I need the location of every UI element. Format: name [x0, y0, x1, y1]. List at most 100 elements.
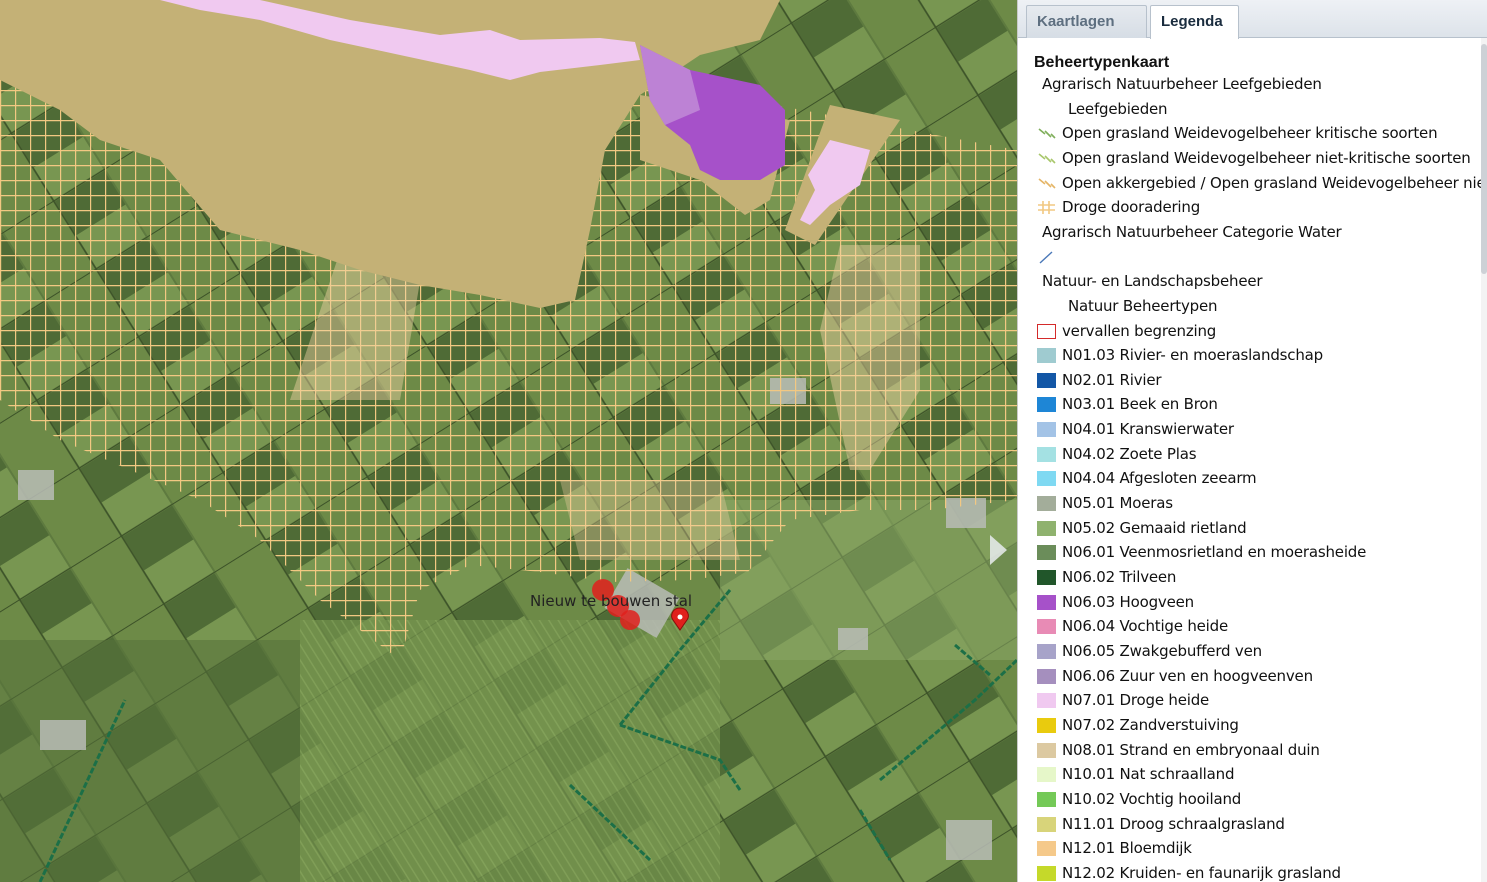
legend-item — [1018, 247, 1482, 269]
legend-item: N06.04 Vochtige heide — [1018, 616, 1482, 638]
legend-label: Leefgebieden — [1068, 99, 1168, 118]
legend-label: N10.01 Nat schraalland — [1062, 765, 1235, 784]
legend-item: N12.02 Kruiden- en faunarijk grasland — [1018, 863, 1482, 882]
legend-swatch-icon — [1037, 643, 1056, 659]
legend-label: N12.02 Kruiden- en faunarijk grasland — [1062, 863, 1341, 882]
legend-label: N01.03 Rivier- en moeraslandschap — [1062, 346, 1323, 365]
legend-item: N02.01 Rivier — [1018, 370, 1482, 392]
legend-swatch-icon — [1037, 372, 1056, 388]
legend-title: Beheertypenkaart — [1034, 54, 1170, 71]
legend-label: N12.01 Bloemdijk — [1062, 839, 1192, 858]
legend-label: N06.01 Veenmosrietland en moerasheide — [1062, 543, 1367, 562]
legend-label: N08.01 Strand en embryonaal duin — [1062, 740, 1320, 759]
legend-item: Droge dooradering — [1018, 197, 1482, 219]
tab-strip: Kaartlagen Legenda — [1018, 0, 1487, 39]
legend-item: N04.04 Afgesloten zeearm — [1018, 468, 1482, 490]
legend-item: N10.02 Vochtig hooiland — [1018, 789, 1482, 811]
legend-label: Agrarisch Natuurbeheer Categorie Water — [1042, 222, 1342, 241]
legend-swatch-icon — [1037, 545, 1056, 561]
legend-item: N05.02 Gemaaid rietland — [1018, 518, 1482, 540]
legend-label: N04.01 Kranswierwater — [1062, 420, 1234, 439]
legend-label: N06.03 Hoogveen — [1062, 592, 1194, 611]
legend-label: N10.02 Vochtig hooiland — [1062, 789, 1242, 808]
legend-item: N06.06 Zuur ven en hoogveenven — [1018, 666, 1482, 688]
legend-label: N03.01 Beek en Bron — [1062, 395, 1218, 414]
legend-swatch-icon — [1037, 717, 1056, 733]
map-marker-label: Nieuw te bouwen stal — [530, 592, 693, 610]
legend-group-heading: Leefgebieden — [1018, 99, 1482, 121]
legend-label: Open grasland Weidevogelbeheer kritische… — [1062, 124, 1438, 143]
legend-scrollbar[interactable] — [1481, 38, 1487, 882]
tab-legenda[interactable]: Legenda — [1150, 5, 1239, 39]
aerial-fields-stripes — [300, 620, 720, 882]
legend-swatch-icon — [1037, 397, 1056, 413]
side-panel: Kaartlagen Legenda Beheertypenkaart Agra… — [1017, 0, 1487, 882]
legend-swatch-icon — [1037, 422, 1056, 438]
legend-item: N07.01 Droge heide — [1018, 690, 1482, 712]
legend-item: N08.01 Strand en embryonaal duin — [1018, 740, 1482, 762]
legend-item: N12.01 Bloemdijk — [1018, 838, 1482, 860]
legend-item: N10.01 Nat schraalland — [1018, 764, 1482, 786]
legend-label: N02.01 Rivier — [1062, 370, 1162, 389]
legend-label: Natuur- en Landschapsbeheer — [1042, 272, 1263, 291]
legend-label: Agrarisch Natuurbeheer Leefgebieden — [1042, 75, 1322, 93]
legend-swatch-icon — [1037, 200, 1056, 215]
legend-item: N06.02 Trilveen — [1018, 567, 1482, 589]
legend-swatch-icon — [1037, 570, 1056, 585]
legend-swatch-icon — [1037, 841, 1056, 857]
legend-swatch-icon — [1037, 791, 1056, 807]
legend-label: Open akkergebied / Open grasland Weidevo… — [1062, 173, 1487, 192]
scrollbar-thumb[interactable] — [1481, 44, 1487, 274]
legend-swatch-icon — [1037, 594, 1056, 610]
legend-label: N07.01 Droge heide — [1062, 691, 1210, 710]
legend-item: N04.01 Kranswierwater — [1018, 419, 1482, 441]
legend-swatch-icon — [1037, 126, 1056, 141]
legend-label: N06.05 Zwakgebufferd ven — [1062, 641, 1262, 660]
legend-item: N04.02 Zoete Plas — [1018, 444, 1482, 466]
legend-label: N05.02 Gemaaid rietland — [1062, 518, 1247, 537]
legend-swatch-icon — [1037, 619, 1056, 635]
aerial-fields-dark — [0, 640, 300, 882]
legend-swatch-icon — [1037, 323, 1056, 339]
legend-label: N06.02 Trilveen — [1062, 568, 1177, 586]
legend-swatch-icon — [1037, 767, 1056, 783]
legend-swatch-icon — [1037, 520, 1056, 536]
legend-item: Open akkergebied / Open grasland Weidevo… — [1018, 173, 1487, 195]
legend-swatch-icon — [1037, 742, 1056, 758]
legend-item: N07.02 Zandverstuiving — [1018, 715, 1482, 737]
legend-label: N04.02 Zoete Plas — [1062, 444, 1197, 463]
legend-group-heading: Natuur Beheertypen — [1018, 296, 1482, 318]
legend-label: N06.04 Vochtige heide — [1062, 617, 1228, 636]
legend-item: N06.01 Veenmosrietland en moerasheide — [1018, 542, 1482, 564]
legend-label: Natuur Beheertypen — [1068, 296, 1218, 315]
legend-swatch-icon — [1037, 693, 1056, 709]
legend-label: vervallen begrenzing — [1062, 321, 1217, 340]
legend-item: N01.03 Rivier- en moeraslandschap — [1018, 345, 1482, 367]
legend-swatch-icon — [1037, 151, 1056, 166]
legend-swatch-icon — [1037, 446, 1056, 462]
map-view[interactable]: Nieuw te bouwen stal — [0, 0, 1017, 882]
legend-label: N04.04 Afgesloten zeearm — [1062, 469, 1257, 488]
legend-item: N06.03 Hoogveen — [1018, 592, 1482, 614]
legend-label: Droge dooradering — [1062, 198, 1201, 217]
legend-swatch-icon — [1037, 348, 1056, 364]
legend-swatch-icon — [1037, 471, 1056, 487]
legend-label: Open grasland Weidevogelbeheer niet-krit… — [1062, 148, 1471, 167]
legend-label: N07.02 Zandverstuiving — [1062, 715, 1239, 734]
legend-item: Open grasland Weidevogelbeheer kritische… — [1018, 123, 1482, 145]
legend-label: N11.01 Droog schraalgrasland — [1062, 814, 1285, 833]
legend-item: N06.05 Zwakgebufferd ven — [1018, 641, 1482, 663]
legend-item: N03.01 Beek en Bron — [1018, 394, 1482, 416]
pale-overlay-3 — [560, 480, 740, 560]
legend-group-heading: Agrarisch Natuurbeheer Categorie Water — [1018, 222, 1482, 244]
legend-label: N06.06 Zuur ven en hoogveenven — [1062, 666, 1313, 685]
legend-swatch-icon — [1037, 816, 1056, 832]
legend-item: Open grasland Weidevogelbeheer niet-krit… — [1018, 148, 1482, 170]
tab-kaartlagen[interactable]: Kaartlagen — [1026, 5, 1147, 38]
map-canvas[interactable] — [0, 0, 1017, 882]
legend-swatch-icon — [1037, 668, 1056, 684]
legend-item: N05.01 Moeras — [1018, 493, 1482, 515]
legend-swatch-icon — [1037, 865, 1056, 881]
legend-item: N11.01 Droog schraalgrasland — [1018, 814, 1482, 836]
legend-group-heading: Agrarisch Natuurbeheer Leefgebieden — [1018, 74, 1482, 96]
